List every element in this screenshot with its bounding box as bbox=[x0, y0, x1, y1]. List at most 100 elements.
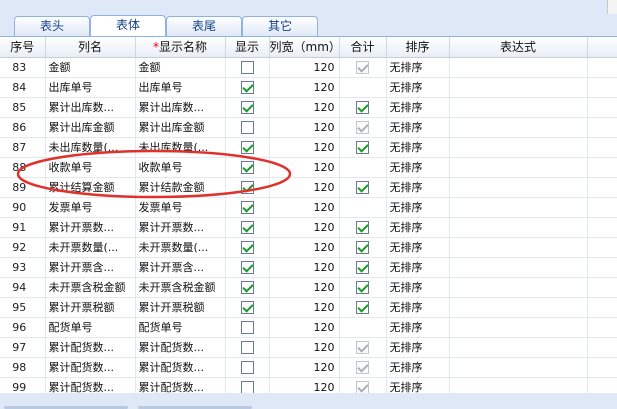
row-width[interactable]: 120 bbox=[269, 97, 340, 118]
row-expression[interactable] bbox=[449, 157, 588, 178]
row-width[interactable]: 120 bbox=[269, 77, 340, 98]
row-display-name[interactable]: 累计开票含... bbox=[135, 257, 226, 278]
row-expression[interactable] bbox=[449, 177, 588, 198]
row-expression[interactable] bbox=[449, 237, 588, 258]
row-display-name[interactable]: 发票单号 bbox=[135, 197, 226, 218]
total-checkbox[interactable] bbox=[356, 360, 369, 374]
row-name[interactable]: 收款单号 bbox=[45, 157, 136, 178]
row-name[interactable]: 累计开票税额 bbox=[45, 297, 136, 318]
total-checkbox[interactable] bbox=[356, 120, 369, 134]
row-display-name[interactable]: 未开票数量(... bbox=[135, 237, 226, 258]
row-sort[interactable]: 无排序 bbox=[386, 217, 450, 238]
show-checkbox[interactable] bbox=[240, 280, 254, 294]
row-expression[interactable] bbox=[449, 257, 588, 278]
row-display-name[interactable]: 累计开票数... bbox=[135, 217, 226, 238]
table-row[interactable]: 93 累计开票含... 累计开票含... 120 无排序 bbox=[0, 257, 617, 278]
col-header-name[interactable]: 列名 bbox=[45, 37, 136, 58]
row-name[interactable]: 累计配货数... bbox=[45, 337, 136, 358]
row-sort[interactable]: 无排序 bbox=[386, 257, 450, 278]
row-expression[interactable] bbox=[449, 97, 588, 118]
show-checkbox[interactable] bbox=[240, 360, 254, 374]
total-checkbox[interactable] bbox=[356, 260, 369, 274]
row-sort[interactable]: 无排序 bbox=[386, 377, 450, 393]
row-display-name[interactable]: 金额 bbox=[135, 57, 226, 78]
tab-header[interactable]: 表头 bbox=[14, 16, 90, 37]
row-sort[interactable]: 无排序 bbox=[386, 77, 450, 98]
col-header-sort[interactable]: 排序 bbox=[386, 37, 450, 58]
row-expression[interactable] bbox=[449, 137, 588, 158]
row-display-name[interactable]: 累计配货数... bbox=[135, 377, 226, 393]
row-width[interactable]: 120 bbox=[269, 117, 340, 138]
show-checkbox[interactable] bbox=[240, 320, 254, 334]
table-row[interactable]: 96 配货单号 配货单号 120 无排序 bbox=[0, 317, 617, 338]
total-checkbox[interactable] bbox=[356, 300, 369, 314]
show-checkbox[interactable] bbox=[240, 160, 254, 174]
row-sort[interactable]: 无排序 bbox=[386, 157, 450, 178]
tab-body[interactable]: 表体 bbox=[90, 15, 166, 37]
row-sort[interactable]: 无排序 bbox=[386, 97, 450, 118]
show-checkbox[interactable] bbox=[240, 340, 254, 354]
row-width[interactable]: 120 bbox=[269, 57, 340, 78]
total-checkbox[interactable] bbox=[356, 60, 369, 74]
show-checkbox[interactable] bbox=[240, 100, 254, 114]
table-row[interactable]: 84 出库单号 出库单号 120 无排序 bbox=[0, 77, 617, 98]
row-sort[interactable]: 无排序 bbox=[386, 57, 450, 78]
row-sort[interactable]: 无排序 bbox=[386, 137, 450, 158]
row-expression[interactable] bbox=[449, 317, 588, 338]
row-expression[interactable] bbox=[449, 117, 588, 138]
row-sort[interactable]: 无排序 bbox=[386, 177, 450, 198]
show-checkbox[interactable] bbox=[240, 140, 254, 154]
total-checkbox[interactable] bbox=[356, 220, 369, 234]
show-checkbox[interactable] bbox=[240, 80, 254, 94]
table-row[interactable]: 88 收款单号 收款单号 120 无排序 bbox=[0, 157, 617, 178]
row-expression[interactable] bbox=[449, 337, 588, 358]
col-header-width[interactable]: 列宽（mm） bbox=[269, 37, 341, 58]
table-row[interactable]: 95 累计开票税额 累计开票税额 120 无排序 bbox=[0, 297, 617, 318]
row-sort[interactable]: 无排序 bbox=[386, 317, 450, 338]
show-checkbox[interactable] bbox=[240, 260, 254, 274]
row-name[interactable]: 累计配货数... bbox=[45, 357, 136, 378]
row-expression[interactable] bbox=[449, 277, 588, 298]
table-row[interactable]: 97 累计配货数... 累计配货数... 120 无排序 bbox=[0, 337, 617, 358]
row-expression[interactable] bbox=[449, 57, 588, 78]
row-width[interactable]: 120 bbox=[269, 277, 340, 298]
total-checkbox[interactable] bbox=[356, 280, 369, 294]
col-header-show[interactable]: 显示 bbox=[225, 37, 270, 58]
total-checkbox[interactable] bbox=[356, 380, 369, 393]
row-width[interactable]: 120 bbox=[269, 297, 340, 318]
row-name[interactable]: 金额 bbox=[45, 57, 136, 78]
table-row[interactable]: 92 未开票数量(... 未开票数量(... 120 无排序 bbox=[0, 237, 617, 258]
row-width[interactable]: 120 bbox=[269, 357, 340, 378]
col-header-total[interactable]: 合计 bbox=[339, 37, 387, 58]
table-row[interactable]: 87 未出库数量(... 未出库数量(... 120 无排序 bbox=[0, 137, 617, 158]
table-row[interactable]: 90 发票单号 发票单号 120 无排序 bbox=[0, 197, 617, 218]
row-expression[interactable] bbox=[449, 377, 588, 393]
row-sort[interactable]: 无排序 bbox=[386, 197, 450, 218]
show-checkbox[interactable] bbox=[240, 200, 254, 214]
col-header-expression[interactable]: 表达式 bbox=[449, 37, 588, 58]
row-name[interactable]: 累计配货数... bbox=[45, 377, 136, 393]
table-row[interactable]: 94 未开票含税金额 未开票含税金额 120 无排序 bbox=[0, 277, 617, 298]
row-name[interactable]: 配货单号 bbox=[45, 317, 136, 338]
row-width[interactable]: 120 bbox=[269, 377, 340, 393]
row-width[interactable]: 120 bbox=[269, 217, 340, 238]
row-display-name[interactable]: 未开票含税金额 bbox=[135, 277, 226, 298]
total-checkbox[interactable] bbox=[356, 340, 369, 354]
table-row[interactable]: 98 累计配货数... 累计配货数... 120 无排序 bbox=[0, 357, 617, 378]
tab-other[interactable]: 其它 bbox=[242, 16, 318, 37]
row-width[interactable]: 120 bbox=[269, 317, 340, 338]
row-width[interactable]: 120 bbox=[269, 257, 340, 278]
row-sort[interactable]: 无排序 bbox=[386, 337, 450, 358]
row-expression[interactable] bbox=[449, 297, 588, 318]
table-row[interactable]: 91 累计开票数... 累计开票数... 120 无排序 bbox=[0, 217, 617, 238]
row-name[interactable]: 累计开票数... bbox=[45, 217, 136, 238]
table-row[interactable]: 83 金额 金额 120 无排序 bbox=[0, 57, 617, 78]
row-expression[interactable] bbox=[449, 217, 588, 238]
row-name[interactable]: 发票单号 bbox=[45, 197, 136, 218]
row-sort[interactable]: 无排序 bbox=[386, 357, 450, 378]
row-display-name[interactable]: 累计配货数... bbox=[135, 357, 226, 378]
show-checkbox[interactable] bbox=[240, 380, 254, 393]
row-sort[interactable]: 无排序 bbox=[386, 237, 450, 258]
table-row[interactable]: 99 累计配货数... 累计配货数... 120 无排序 bbox=[0, 377, 617, 393]
row-display-name[interactable]: 出库单号 bbox=[135, 77, 226, 98]
